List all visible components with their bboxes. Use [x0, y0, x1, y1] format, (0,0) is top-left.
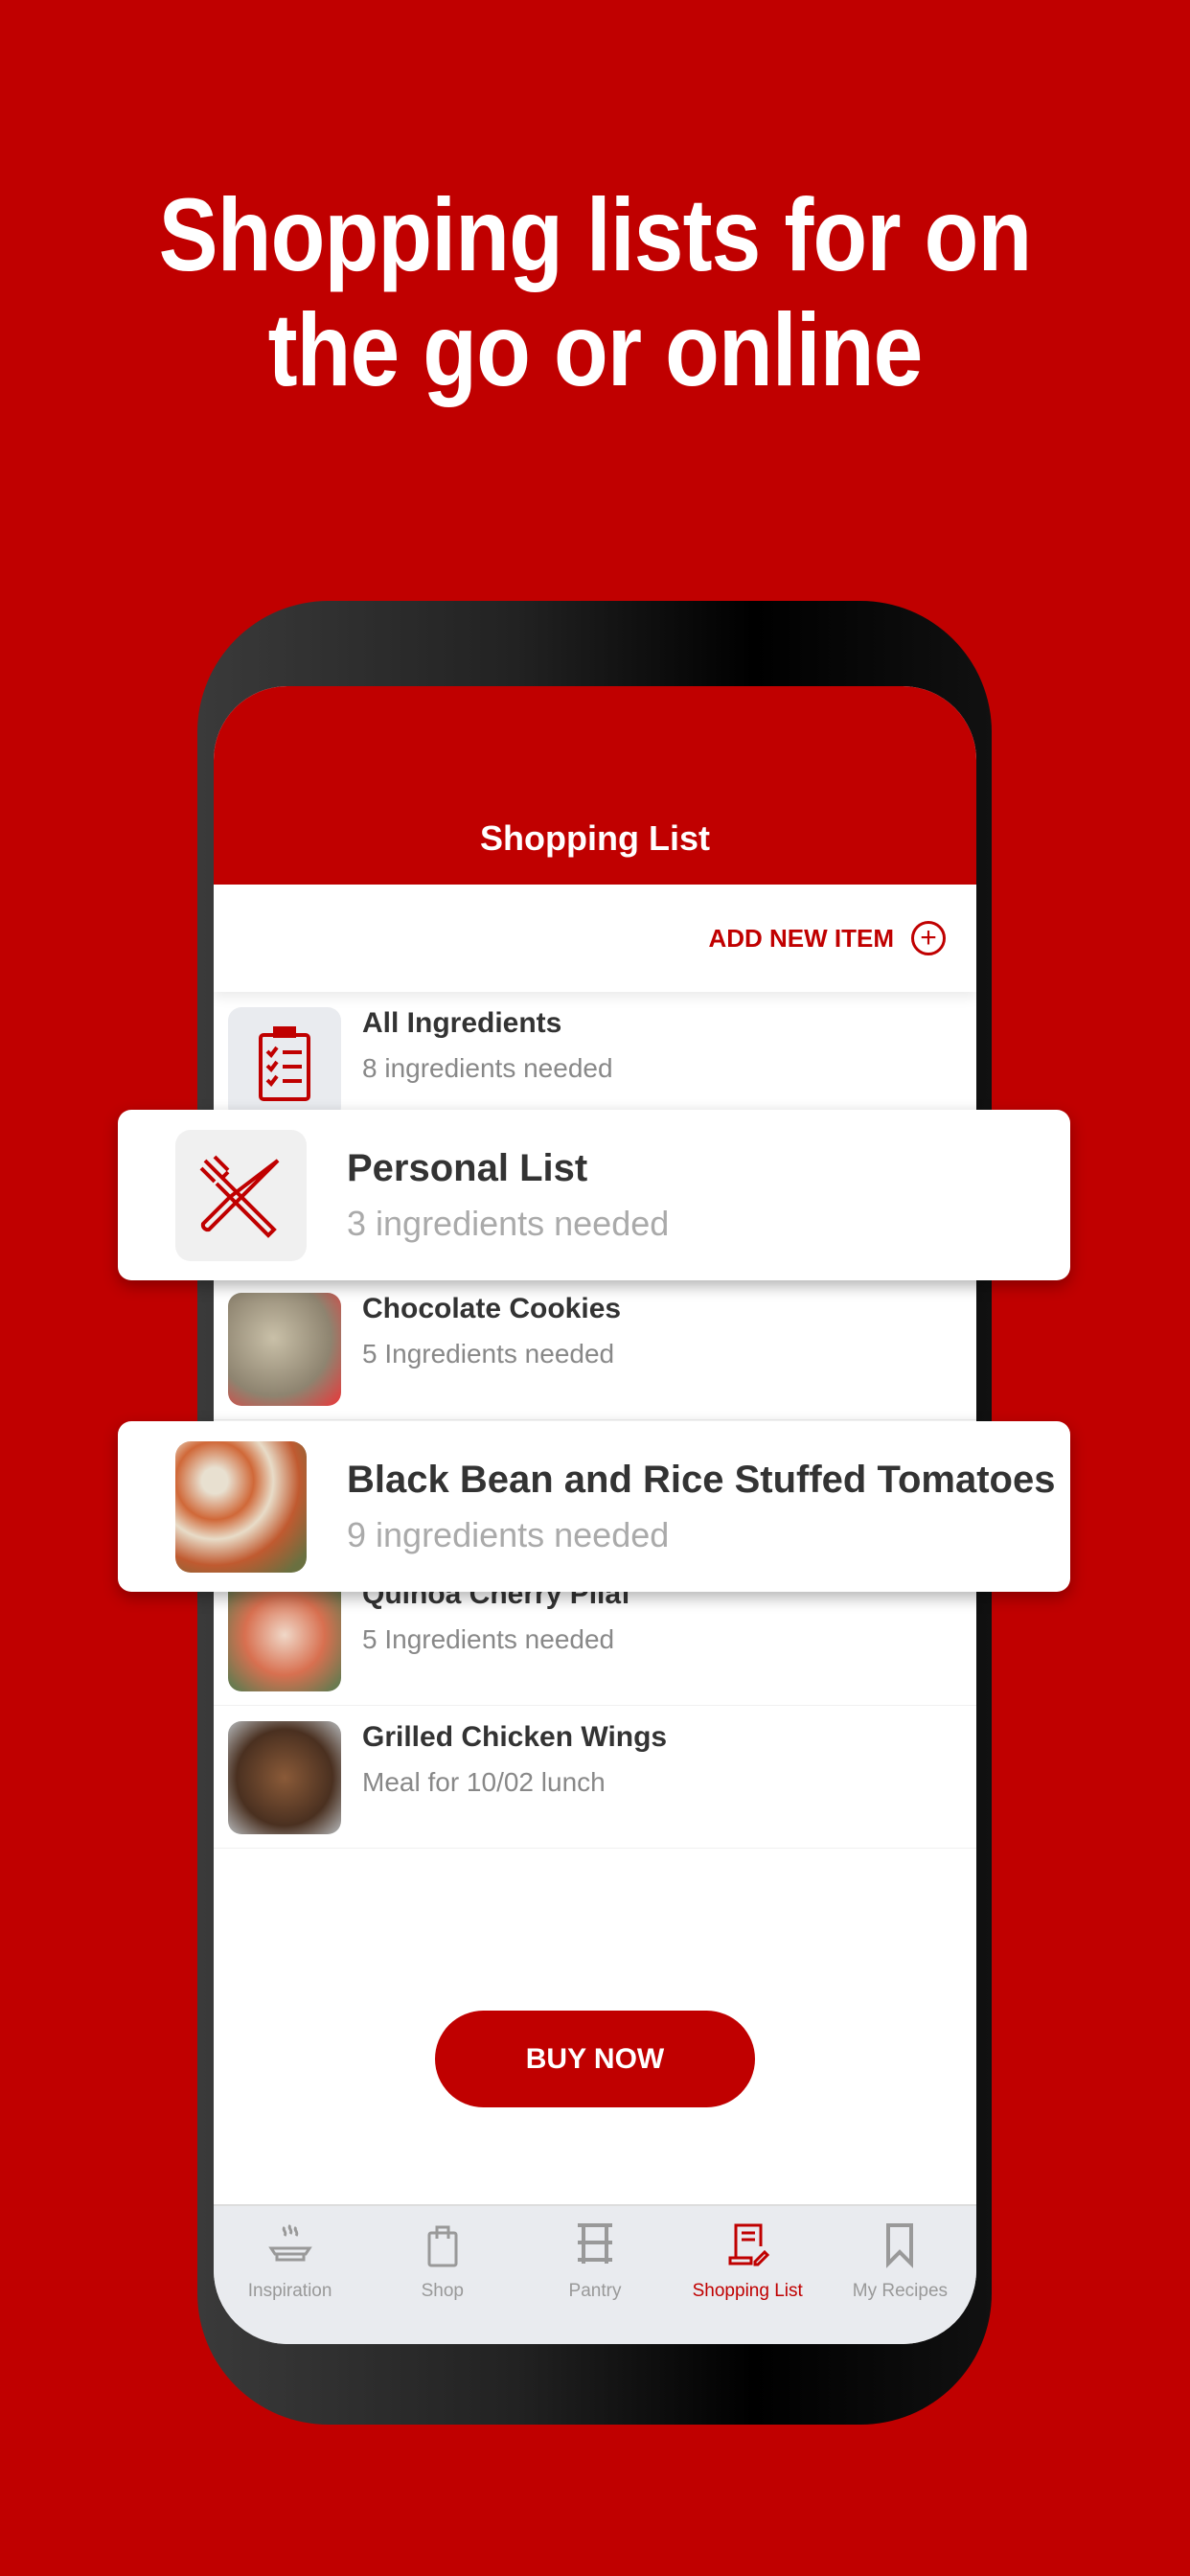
tab-inspiration[interactable]: Inspiration: [214, 2206, 366, 2344]
buy-now-button[interactable]: BUY NOW: [435, 2011, 755, 2107]
list-item[interactable]: Grilled Chicken Wings Meal for 10/02 lunc…: [214, 1706, 976, 1849]
tab-shopping-list[interactable]: Shopping List: [672, 2206, 824, 2344]
fork-knife-icon: [175, 1129, 307, 1261]
list-pencil-icon: [728, 2223, 770, 2266]
list-item[interactable]: Chocolate Cookies 5 Ingredients needed: [214, 1277, 976, 1420]
add-new-item-button[interactable]: ADD NEW ITEM +: [214, 885, 976, 992]
shelf-icon: [578, 2223, 612, 2264]
list-item-highlighted[interactable]: Personal List 3 ingredients needed: [118, 1110, 1070, 1280]
steaming-bowl-icon: [267, 2223, 312, 2262]
plus-circle-icon: +: [911, 921, 946, 955]
recipe-image: [228, 1293, 341, 1406]
page-title: Shopping List: [214, 686, 976, 885]
headline: Shopping lists for on the go or online: [158, 176, 1033, 407]
recipe-image: [175, 1440, 307, 1573]
shopping-bag-icon: [427, 2225, 458, 2267]
recipe-image: [228, 1578, 341, 1691]
recipe-image: [228, 1721, 341, 1834]
list-item-highlighted[interactable]: Black Bean and Rice Stuffed Tomatoes 9 in…: [118, 1421, 1070, 1592]
tab-pantry[interactable]: Pantry: [518, 2206, 671, 2344]
tab-bar: Inspiration Shop Pantry Shopping List My…: [214, 2204, 976, 2344]
tab-shop[interactable]: Shop: [366, 2206, 518, 2344]
bookmark-icon: [886, 2223, 914, 2268]
tab-my-recipes[interactable]: My Recipes: [824, 2206, 976, 2344]
clipboard-checklist-icon: [228, 1007, 341, 1120]
